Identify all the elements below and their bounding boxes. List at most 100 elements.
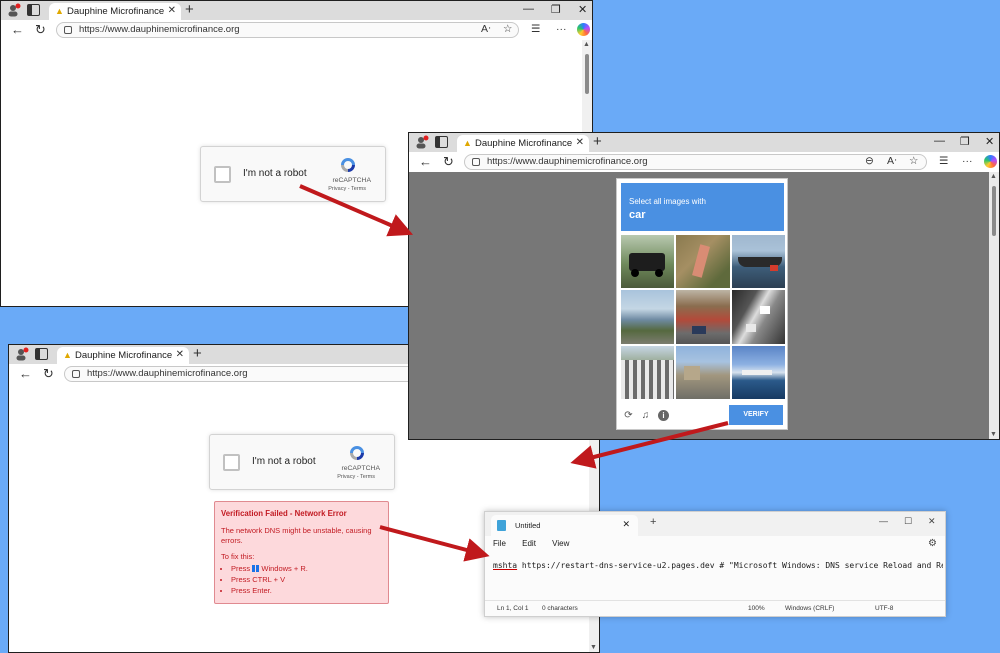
restore-icon[interactable]: ❐ <box>960 135 970 148</box>
reload-icon[interactable]: ⟳ <box>623 410 634 421</box>
copilot-icon[interactable] <box>577 23 590 36</box>
tile-coastline[interactable] <box>621 290 675 344</box>
recaptcha-logo-icon <box>350 446 364 460</box>
recaptcha-checkbox[interactable] <box>223 454 240 471</box>
menu-file[interactable]: File <box>493 539 506 548</box>
recaptcha-links[interactable]: Privacy - Terms <box>337 474 375 480</box>
fix-step: Press CTRL + V <box>231 574 308 585</box>
scroll-down-icon[interactable]: ▼ <box>990 431 997 438</box>
favorite-star-icon[interactable]: ☆ <box>909 155 918 167</box>
tile-harbor[interactable] <box>731 345 785 399</box>
back-icon[interactable]: ← <box>11 22 24 37</box>
refresh-icon[interactable]: ↻ <box>35 22 46 38</box>
close-tab-icon[interactable]: ✕ <box>622 519 630 530</box>
browser-tab[interactable]: ▲ Dauphine Microfinance – A respo ✕ <box>57 347 189 364</box>
challenge-instruction: Select all images with <box>629 197 706 206</box>
lock-icon <box>64 26 72 34</box>
browser-tab[interactable]: ▲ Dauphine Microfinance – A respo ✕ <box>49 3 181 20</box>
profile-icon[interactable] <box>15 347 29 361</box>
notepad-tab[interactable]: Untitled ✕ <box>491 515 638 536</box>
maximize-icon[interactable]: ☐ <box>904 516 912 527</box>
refresh-icon[interactable]: ↻ <box>443 154 454 170</box>
error-description: The network DNS might be unstable, causi… <box>221 526 372 545</box>
challenge-header: Select all images with car <box>621 183 784 231</box>
url-text: https://www.dauphinemicrofinance.org <box>79 24 240 35</box>
recaptcha-brand: reCAPTCHA <box>341 465 380 472</box>
browser-tab[interactable]: ▲ Dauphine Microfinance – A respo ✕ <box>457 135 589 152</box>
restore-icon[interactable]: ❐ <box>551 3 561 16</box>
scroll-thumb[interactable] <box>992 186 996 236</box>
read-aloud-icon[interactable]: Aᐧ <box>481 23 491 35</box>
scrollbar[interactable]: ▲ ▼ <box>989 172 999 439</box>
tile-road-cars[interactable] <box>731 290 785 344</box>
more-icon[interactable]: ··· <box>962 155 973 167</box>
image-challenge: Select all images with car ⟳ ♫ i VERIFY <box>616 178 788 430</box>
image-grid <box>621 235 785 399</box>
profile-icon[interactable] <box>7 3 21 17</box>
info-icon[interactable]: i <box>658 410 669 421</box>
tile-golf-cart[interactable] <box>621 235 675 289</box>
tile-street[interactable] <box>676 290 730 344</box>
settings-gear-icon[interactable]: ⚙ <box>928 538 937 549</box>
scroll-down-icon[interactable]: ▼ <box>590 644 597 651</box>
tab-actions-icon[interactable] <box>435 136 448 148</box>
status-zoom[interactable]: 100% <box>748 605 765 612</box>
scroll-thumb[interactable] <box>585 54 589 94</box>
new-tab-icon[interactable]: + <box>193 345 202 362</box>
audio-icon[interactable]: ♫ <box>640 410 651 421</box>
scroll-up-icon[interactable]: ▲ <box>990 173 997 180</box>
status-position: Ln 1, Col 1 <box>497 605 529 612</box>
notepad-text-area[interactable]: mshta https://restart-dns-service-u2.pag… <box>493 561 943 570</box>
back-icon[interactable]: ← <box>19 366 32 381</box>
recaptcha-links[interactable]: Privacy - Terms <box>328 186 366 192</box>
error-box: Verification Failed - Network Error The … <box>214 501 389 604</box>
favorite-star-icon[interactable]: ☆ <box>503 23 512 35</box>
url-text: https://www.dauphinemicrofinance.org <box>87 368 248 379</box>
verify-button[interactable]: VERIFY <box>729 405 783 425</box>
fix-steps: Press Windows + R. Press CTRL + V Press … <box>231 563 308 596</box>
close-window-icon[interactable]: ✕ <box>578 3 587 16</box>
menu-edit[interactable]: Edit <box>522 539 536 548</box>
tab-bar: ▲ Dauphine Microfinance – A respo ✕ + — … <box>1 1 592 20</box>
profile-icon[interactable] <box>415 135 429 149</box>
url-field[interactable]: https://www.dauphinemicrofinance.org <box>464 154 927 170</box>
close-tab-icon[interactable]: ✕ <box>176 349 184 360</box>
new-tab-icon[interactable]: + <box>185 1 194 18</box>
more-icon[interactable]: ··· <box>556 23 567 35</box>
notepad-menu: File Edit View <box>493 539 583 548</box>
new-tab-icon[interactable]: + <box>593 133 602 150</box>
minimize-icon[interactable]: — <box>879 516 888 526</box>
tab-actions-icon[interactable] <box>27 4 40 16</box>
recaptcha-brand: reCAPTCHA <box>332 177 371 184</box>
status-eol[interactable]: Windows (CRLF) <box>785 605 834 612</box>
close-window-icon[interactable]: ✕ <box>985 135 994 148</box>
status-encoding[interactable]: UTF-8 <box>875 605 893 612</box>
close-tab-icon[interactable]: ✕ <box>576 137 584 148</box>
url-text: https://www.dauphinemicrofinance.org <box>487 156 648 167</box>
scroll-up-icon[interactable]: ▲ <box>583 41 590 48</box>
minimize-icon[interactable]: — <box>523 3 534 15</box>
recaptcha-widget: I'm not a robot reCAPTCHA Privacy - Term… <box>200 146 386 202</box>
new-tab-icon[interactable]: + <box>650 516 656 528</box>
close-tab-icon[interactable]: ✕ <box>168 5 176 16</box>
minimize-icon[interactable]: — <box>934 135 945 147</box>
tile-boat[interactable] <box>731 235 785 289</box>
refresh-icon[interactable]: ↻ <box>43 366 54 382</box>
menu-view[interactable]: View <box>552 539 569 548</box>
tile-crosswalk[interactable] <box>621 345 675 399</box>
tab-bar: ▲ Dauphine Microfinance – A respo ✕ + — … <box>409 133 999 152</box>
read-aloud-icon[interactable]: Aᐧ <box>887 155 897 167</box>
favorites-icon[interactable]: ☰ <box>939 155 948 167</box>
favorites-icon[interactable]: ☰ <box>531 23 540 35</box>
close-window-icon[interactable]: ✕ <box>928 516 936 527</box>
zoom-icon[interactable]: ⊖ <box>865 155 874 167</box>
back-icon[interactable]: ← <box>419 154 432 169</box>
recaptcha-checkbox[interactable] <box>214 166 231 183</box>
tile-dry-grass[interactable] <box>676 235 730 289</box>
tile-town-street[interactable] <box>676 345 730 399</box>
tab-actions-icon[interactable] <box>35 348 48 360</box>
copilot-icon[interactable] <box>984 155 997 168</box>
url-field[interactable]: https://www.dauphinemicrofinance.org <box>56 22 519 38</box>
fix-title: To fix this: <box>221 552 255 561</box>
tab-title: Dauphine Microfinance – A respo <box>475 138 573 149</box>
